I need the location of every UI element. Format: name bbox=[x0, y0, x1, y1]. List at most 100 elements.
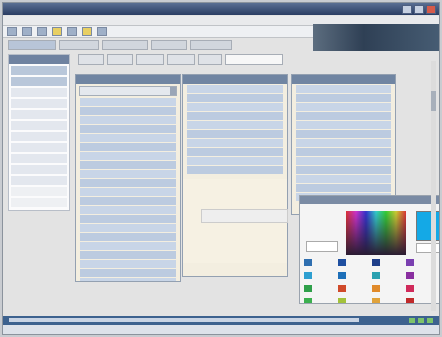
close-button[interactable] bbox=[426, 5, 436, 14]
hex-input[interactable] bbox=[416, 243, 439, 253]
sidebar-item[interactable] bbox=[11, 132, 67, 141]
list-item[interactable] bbox=[80, 98, 176, 106]
folder-icon[interactable] bbox=[52, 27, 62, 36]
list-item[interactable] bbox=[187, 85, 283, 93]
tray-icon[interactable] bbox=[409, 318, 415, 323]
swatch-chip[interactable] bbox=[338, 259, 346, 266]
list-item[interactable] bbox=[187, 157, 283, 165]
list-item[interactable] bbox=[187, 148, 283, 156]
swatch-chip[interactable] bbox=[338, 272, 346, 279]
list-item[interactable] bbox=[80, 125, 176, 133]
list-item[interactable] bbox=[296, 157, 391, 165]
list-item[interactable] bbox=[296, 139, 391, 147]
list-item[interactable] bbox=[80, 161, 176, 169]
list-item[interactable] bbox=[80, 134, 176, 142]
list-item[interactable] bbox=[80, 116, 176, 124]
nav-item[interactable] bbox=[190, 40, 232, 50]
color-value-field[interactable] bbox=[306, 241, 338, 252]
tab[interactable] bbox=[136, 54, 164, 65]
refresh-icon[interactable] bbox=[37, 27, 47, 36]
color-swatch[interactable] bbox=[338, 298, 372, 303]
list-item[interactable] bbox=[80, 143, 176, 151]
sidebar-item[interactable] bbox=[11, 165, 67, 174]
list-item[interactable] bbox=[187, 139, 283, 147]
star-icon[interactable] bbox=[82, 27, 92, 36]
sidebar-item[interactable] bbox=[11, 66, 67, 75]
list-item[interactable] bbox=[80, 197, 176, 205]
nav-item[interactable] bbox=[59, 40, 99, 50]
swatch-chip[interactable] bbox=[304, 298, 312, 303]
color-spectrum[interactable] bbox=[346, 211, 406, 255]
swatch-chip[interactable] bbox=[406, 298, 414, 303]
swatch-chip[interactable] bbox=[372, 298, 380, 303]
back-icon[interactable] bbox=[7, 27, 17, 36]
color-swatch[interactable] bbox=[372, 259, 406, 266]
list-item[interactable] bbox=[80, 269, 176, 277]
print-icon[interactable] bbox=[97, 27, 107, 36]
panel-select[interactable] bbox=[79, 86, 177, 96]
list-item[interactable] bbox=[296, 94, 391, 102]
chevron-down-icon[interactable] bbox=[170, 87, 176, 95]
swatch-chip[interactable] bbox=[338, 285, 346, 292]
nav-item[interactable] bbox=[8, 40, 56, 50]
forward-icon[interactable] bbox=[22, 27, 32, 36]
color-swatch[interactable] bbox=[338, 285, 372, 292]
swatch-chip[interactable] bbox=[304, 272, 312, 279]
list-item[interactable] bbox=[296, 85, 391, 93]
list-item[interactable] bbox=[80, 170, 176, 178]
color-swatch[interactable] bbox=[304, 285, 338, 292]
list-item[interactable] bbox=[296, 166, 391, 174]
tray-icon[interactable] bbox=[418, 318, 424, 323]
color-swatch[interactable] bbox=[338, 259, 372, 266]
sidebar-item[interactable] bbox=[11, 77, 67, 86]
list-item[interactable] bbox=[187, 103, 283, 111]
sidebar-item[interactable] bbox=[11, 99, 67, 108]
list-item[interactable] bbox=[80, 206, 176, 214]
list-item[interactable] bbox=[80, 179, 176, 187]
list-item[interactable] bbox=[187, 112, 283, 120]
swatch-chip[interactable] bbox=[304, 259, 312, 266]
color-swatch[interactable] bbox=[338, 272, 372, 279]
list-item[interactable] bbox=[80, 278, 176, 281]
color-swatch[interactable] bbox=[372, 285, 406, 292]
list-item[interactable] bbox=[296, 130, 391, 138]
tray-icon[interactable] bbox=[427, 318, 433, 323]
list-item[interactable] bbox=[187, 94, 283, 102]
home-icon[interactable] bbox=[67, 27, 77, 36]
list-item[interactable] bbox=[187, 121, 283, 129]
tab[interactable] bbox=[167, 54, 195, 65]
list-item[interactable] bbox=[187, 130, 283, 138]
swatch-chip[interactable] bbox=[338, 298, 346, 303]
sidebar-item[interactable] bbox=[11, 121, 67, 130]
sidebar-item[interactable] bbox=[11, 154, 67, 163]
list-item[interactable] bbox=[80, 233, 176, 241]
list-item[interactable] bbox=[296, 184, 391, 192]
nav-item[interactable] bbox=[151, 40, 187, 50]
tab[interactable] bbox=[225, 54, 283, 65]
tab[interactable] bbox=[78, 54, 104, 65]
list-item[interactable] bbox=[296, 112, 391, 120]
color-swatch[interactable] bbox=[304, 272, 338, 279]
nav-item[interactable] bbox=[102, 40, 148, 50]
swatch-chip[interactable] bbox=[304, 285, 312, 292]
list-item[interactable] bbox=[187, 166, 283, 174]
list-item[interactable] bbox=[80, 188, 176, 196]
sidebar-item[interactable] bbox=[11, 143, 67, 152]
list-item[interactable] bbox=[80, 224, 176, 232]
swatch-chip[interactable] bbox=[372, 259, 380, 266]
list-item[interactable] bbox=[296, 103, 391, 111]
sidebar-item[interactable] bbox=[11, 187, 67, 196]
color-swatch[interactable] bbox=[304, 298, 338, 303]
swatch-chip[interactable] bbox=[372, 272, 380, 279]
list-item[interactable] bbox=[80, 215, 176, 223]
color-swatch[interactable] bbox=[372, 298, 406, 303]
minimize-button[interactable] bbox=[402, 5, 412, 14]
list-item[interactable] bbox=[80, 107, 176, 115]
scroll-thumb[interactable] bbox=[431, 91, 436, 111]
list-item[interactable] bbox=[80, 242, 176, 250]
list-item[interactable] bbox=[296, 121, 391, 129]
color-swatch[interactable] bbox=[304, 259, 338, 266]
sidebar-item[interactable] bbox=[11, 110, 67, 119]
sidebar-item[interactable] bbox=[11, 198, 67, 207]
list-item[interactable] bbox=[80, 152, 176, 160]
